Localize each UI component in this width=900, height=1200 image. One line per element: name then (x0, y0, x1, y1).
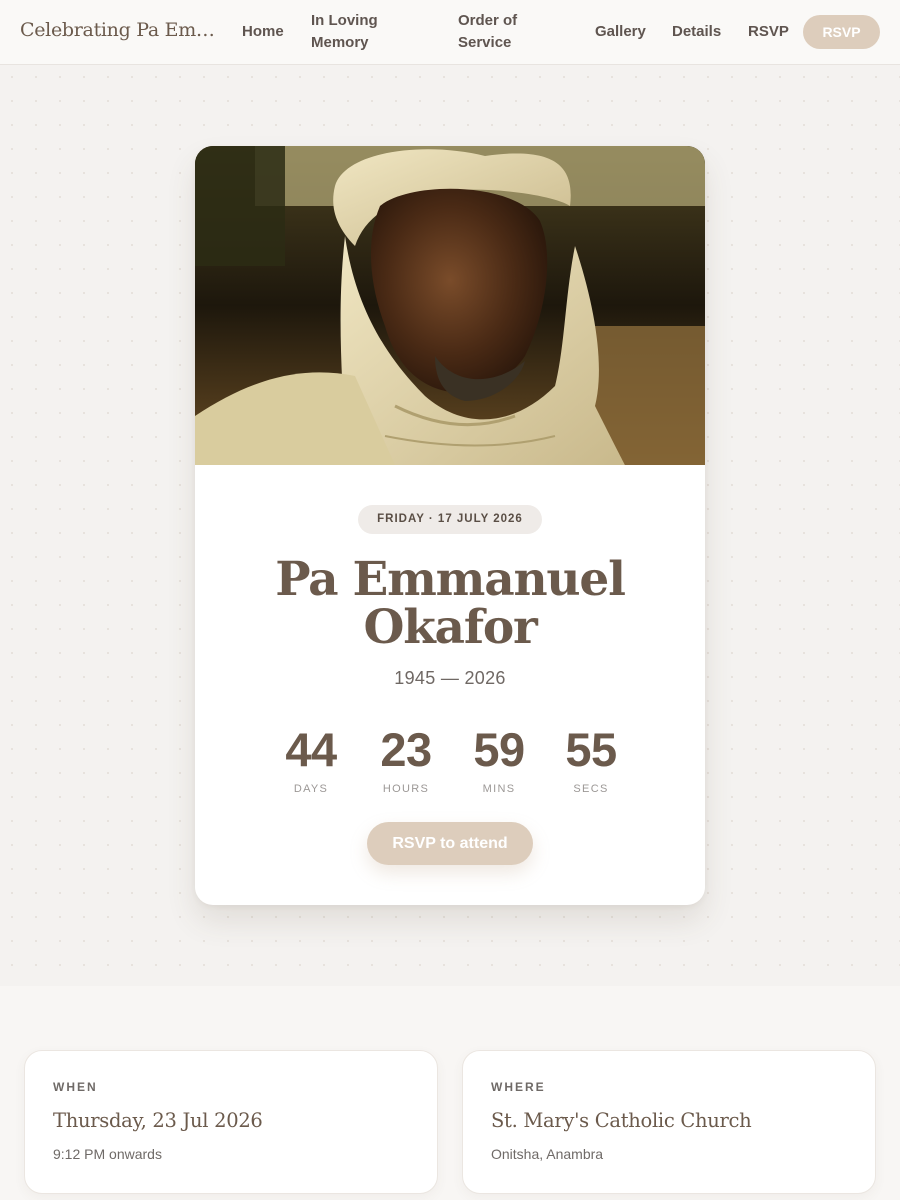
nav-link-rsvp[interactable]: RSVP (748, 21, 789, 43)
where-card: WHERE St. Mary's Catholic Church Onitsha… (462, 1050, 876, 1194)
countdown-hours: 23 HOURS (373, 721, 439, 795)
when-time: 9:12 PM onwards (53, 1146, 162, 1162)
countdown-mins-label: MINS (482, 783, 516, 795)
nav-link-home[interactable]: Home (242, 21, 284, 43)
when-label: WHEN (53, 1080, 98, 1094)
portrait-photo (195, 146, 705, 465)
memorial-card: FRIDAY · 17 JULY 2026 Pa Emmanuel Okafor… (195, 146, 705, 905)
top-navbar: Celebrating Pa Emman... Home In Loving M… (0, 0, 900, 65)
where-label: WHERE (491, 1080, 546, 1094)
when-card: WHEN Thursday, 23 Jul 2026 9:12 PM onwar… (24, 1050, 438, 1194)
deceased-name: Pa Emmanuel Okafor (275, 552, 626, 655)
countdown-mins: 59 MINS (466, 721, 532, 795)
countdown-secs-label: SECS (573, 783, 609, 795)
life-years: 1945 — 2026 (394, 668, 506, 688)
nav-link-in-loving-memory[interactable]: In Loving Memory (311, 10, 421, 54)
where-venue: St. Mary's Catholic Church (491, 1109, 752, 1132)
nav-link-order-of-service[interactable]: Order of Service (458, 10, 558, 54)
countdown-timer: 44 DAYS 23 HOURS 59 MINS 55 SECS (195, 721, 705, 801)
countdown-hours-label: HOURS (382, 783, 430, 795)
countdown-days-value: 44 (285, 723, 337, 776)
nav-rsvp-button[interactable]: RSVP (803, 15, 880, 49)
where-location: Onitsha, Anambra (491, 1146, 604, 1162)
countdown-days-label: DAYS (293, 783, 329, 795)
service-date-pill: FRIDAY · 17 JULY 2026 (358, 505, 542, 534)
countdown-secs: 55 SECS (558, 721, 624, 795)
nav-link-gallery[interactable]: Gallery (595, 21, 646, 43)
countdown-mins-value: 59 (473, 723, 525, 776)
when-date: Thursday, 23 Jul 2026 (53, 1109, 263, 1132)
countdown-days: 44 DAYS (278, 721, 344, 795)
nav-link-details[interactable]: Details (672, 21, 721, 43)
site-brand[interactable]: Celebrating Pa Emman... (20, 19, 225, 41)
countdown-hours-value: 23 (380, 723, 432, 776)
rsvp-to-attend-button[interactable]: RSVP to attend (367, 822, 533, 865)
countdown-secs-value: 55 (565, 723, 617, 776)
